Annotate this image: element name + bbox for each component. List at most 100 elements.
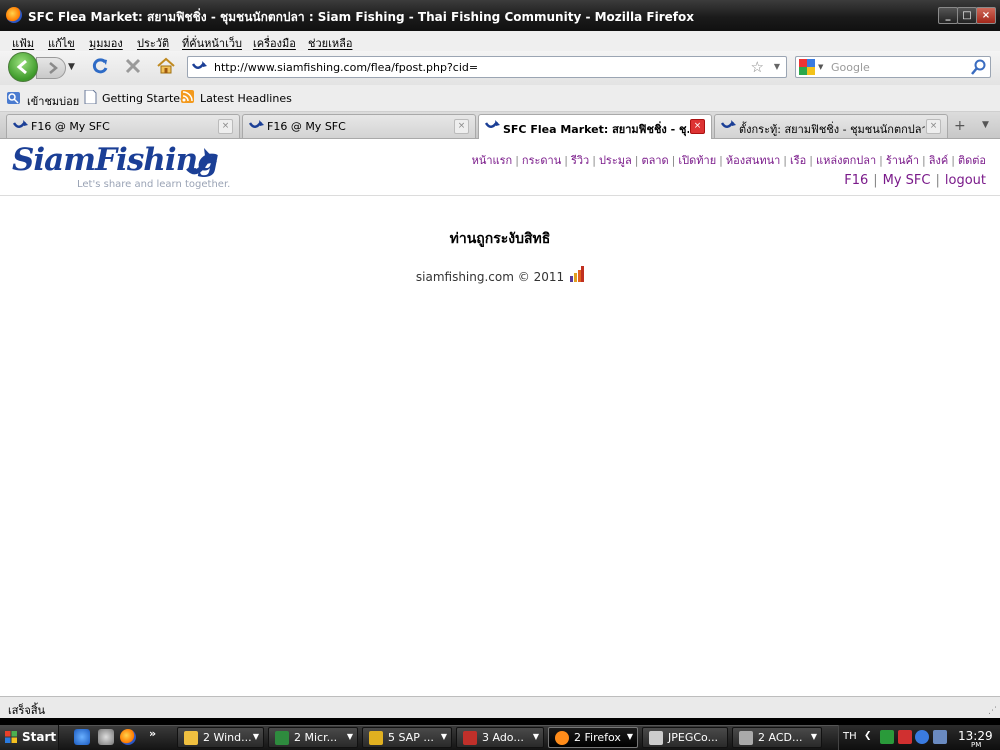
taskbar-clock[interactable]: 13:29 PM xyxy=(958,729,993,749)
bookmark-frequent[interactable]: เข้าชมบ่อย xyxy=(27,92,79,110)
bookmark-getting-started[interactable]: Getting Started xyxy=(102,92,187,105)
menu-file[interactable]: แฟ้ม xyxy=(12,34,34,52)
quicklaunch-more-icon[interactable]: » xyxy=(149,727,156,740)
settings-icon[interactable] xyxy=(98,729,114,745)
google-engine-icon[interactable] xyxy=(799,59,815,75)
search-icon[interactable] xyxy=(971,59,987,75)
tab-flea-market[interactable]: SFC Flea Market: สยามฟิชชิ่ง - ชุ... × xyxy=(478,114,712,140)
nav-shops[interactable]: ร้านค้า xyxy=(886,154,919,167)
siamfishing-favicon-icon xyxy=(13,120,28,128)
tab-label: SFC Flea Market: สยามฟิชชิ่ง - ชุ... xyxy=(503,123,689,136)
network-alert-icon[interactable] xyxy=(898,730,912,744)
nav-board[interactable]: กระดาน xyxy=(522,154,561,167)
taskbar-label: 2 Micr... xyxy=(294,731,338,744)
bookmark-star-icon[interactable]: ☆ xyxy=(751,58,764,76)
acdsee-icon xyxy=(739,731,753,745)
site-tagline: Let's share and learn together. xyxy=(77,179,231,190)
engine-dropdown-icon[interactable]: ▼ xyxy=(818,63,823,71)
tab-f16-2[interactable]: F16 @ My SFC × xyxy=(242,114,476,138)
reload-button[interactable] xyxy=(90,56,110,80)
language-indicator[interactable]: TH xyxy=(843,731,857,742)
nav-flea[interactable]: เปิดท้าย xyxy=(678,154,716,167)
resize-grip-icon[interactable]: ⋰ xyxy=(988,706,997,716)
search-bar[interactable]: ▼ Google xyxy=(795,56,991,78)
nav-chatroom[interactable]: ห้องสนทนา xyxy=(726,154,780,167)
nav-boat[interactable]: เรือ xyxy=(790,154,806,167)
nav-home[interactable]: หน้าแรก xyxy=(472,154,513,167)
fishing-rod-logo-icon xyxy=(186,148,217,175)
back-arrow-icon xyxy=(16,59,27,75)
history-dropdown-icon[interactable]: ▼ xyxy=(68,62,75,72)
tab-close-icon[interactable]: × xyxy=(454,119,469,134)
menu-help[interactable]: ช่วยเหลือ xyxy=(308,34,352,52)
tab-list-icon[interactable]: ▼ xyxy=(982,120,989,130)
menu-tools[interactable]: เครื่องมือ xyxy=(253,34,296,52)
taskbar-button-firefox[interactable]: 2 Firefox ▼ xyxy=(548,727,638,748)
menu-history[interactable]: ประวัติ xyxy=(137,34,169,52)
stats-counter-icon[interactable] xyxy=(570,266,585,282)
suspended-message: ท่านถูกระงับสิทธิ xyxy=(449,231,551,247)
taskbar-dropdown-icon: ▼ xyxy=(252,732,259,741)
taskbar-button-windows[interactable]: 2 Wind... ▼ xyxy=(177,727,264,748)
minimize-button[interactable]: _ xyxy=(938,7,958,24)
taskbar-button-adobe[interactable]: 3 Ado... ▼ xyxy=(456,727,544,748)
tab-new-topic[interactable]: ตั้งกระทู้: สยามฟิชชิ่ง - ชุมชนนักตกปลา.… xyxy=(714,114,948,138)
firefox-quicklaunch-icon[interactable] xyxy=(120,729,136,745)
tab-close-icon[interactable]: × xyxy=(926,119,941,134)
nav-review[interactable]: รีวิว xyxy=(571,154,589,167)
excel-icon xyxy=(275,731,289,745)
tab-f16-1[interactable]: F16 @ My SFC × xyxy=(6,114,240,138)
taskbar-label: 2 Firefox xyxy=(574,731,621,744)
new-tab-icon[interactable]: + xyxy=(954,118,966,134)
maximize-button[interactable]: □ xyxy=(957,7,977,24)
start-button[interactable]: Start xyxy=(0,725,59,750)
site-navigation: หน้าแรก | กระดาน | รีวิว | ประมูล | ตลาด | เปิดท้า… xyxy=(471,154,986,167)
search-placeholder[interactable]: Google xyxy=(831,61,870,74)
url-dropdown-icon[interactable]: ▼ xyxy=(774,62,780,71)
antivirus-icon[interactable] xyxy=(880,730,894,744)
back-button[interactable] xyxy=(8,52,38,82)
page-content xyxy=(0,139,1000,696)
frequent-icon xyxy=(7,92,20,104)
address-bar[interactable]: http://www.siamfishing.com/flea/fpost.ph… xyxy=(187,56,787,78)
nav-links[interactable]: ลิงค์ xyxy=(929,154,948,167)
menu-view[interactable]: มุมมอง xyxy=(89,34,123,52)
url-text[interactable]: http://www.siamfishing.com/flea/fpost.ph… xyxy=(214,61,478,74)
menu-bookmarks[interactable]: ที่คั่นหน้าเว็บ xyxy=(182,34,242,52)
status-bar: เสร็จสิ้น ⋰ xyxy=(0,696,1000,718)
close-button[interactable]: × xyxy=(976,7,996,24)
siamfishing-favicon-icon xyxy=(485,120,500,128)
status-text: เสร็จสิ้น xyxy=(8,704,46,717)
stop-button[interactable] xyxy=(123,56,143,80)
nav-fishing-spots[interactable]: แหล่งตกปลา xyxy=(816,154,876,167)
home-button[interactable] xyxy=(156,56,176,80)
tray-expand-icon[interactable]: ❮ xyxy=(864,731,872,741)
menu-edit[interactable]: แก้ไข xyxy=(48,34,75,52)
stop-icon xyxy=(125,58,141,74)
user-navigation: F16 | My SFC | logout xyxy=(844,173,986,188)
user-profile-link[interactable]: F16 xyxy=(844,173,868,188)
nav-market[interactable]: ตลาด xyxy=(641,154,668,167)
sap-icon xyxy=(369,731,383,745)
siamfishing-favicon-icon xyxy=(249,120,264,128)
taskbar-button-excel[interactable]: 2 Micr... ▼ xyxy=(268,727,358,748)
display-icon[interactable] xyxy=(933,730,947,744)
taskbar-button-sap[interactable]: 5 SAP ... ▼ xyxy=(362,727,452,748)
window-titlebar[interactable]: SFC Flea Market: สยามฟิชชิ่ง - ชุมชนนักต… xyxy=(0,0,1000,31)
tab-close-icon[interactable]: × xyxy=(690,119,705,134)
my-sfc-link[interactable]: My SFC xyxy=(883,173,931,188)
firefox-icon xyxy=(6,7,22,23)
bookmark-latest-headlines[interactable]: Latest Headlines xyxy=(200,92,292,105)
folder-icon xyxy=(184,731,198,745)
nav-contact[interactable]: ติดต่อ xyxy=(958,154,986,167)
tab-close-icon[interactable]: × xyxy=(218,119,233,134)
logout-link[interactable]: logout xyxy=(945,173,986,188)
forward-button[interactable] xyxy=(36,57,66,79)
taskbar-button-jpegco[interactable]: JPEGCo... xyxy=(642,727,728,748)
taskbar-button-acdsee[interactable]: 2 ACD... ▼ xyxy=(732,727,822,748)
reload-icon xyxy=(92,58,108,74)
messenger-icon[interactable] xyxy=(915,730,929,744)
nav-auction[interactable]: ประมูล xyxy=(599,154,632,167)
ie-icon[interactable] xyxy=(74,729,90,745)
taskbar-label: JPEGCo... xyxy=(668,731,719,744)
